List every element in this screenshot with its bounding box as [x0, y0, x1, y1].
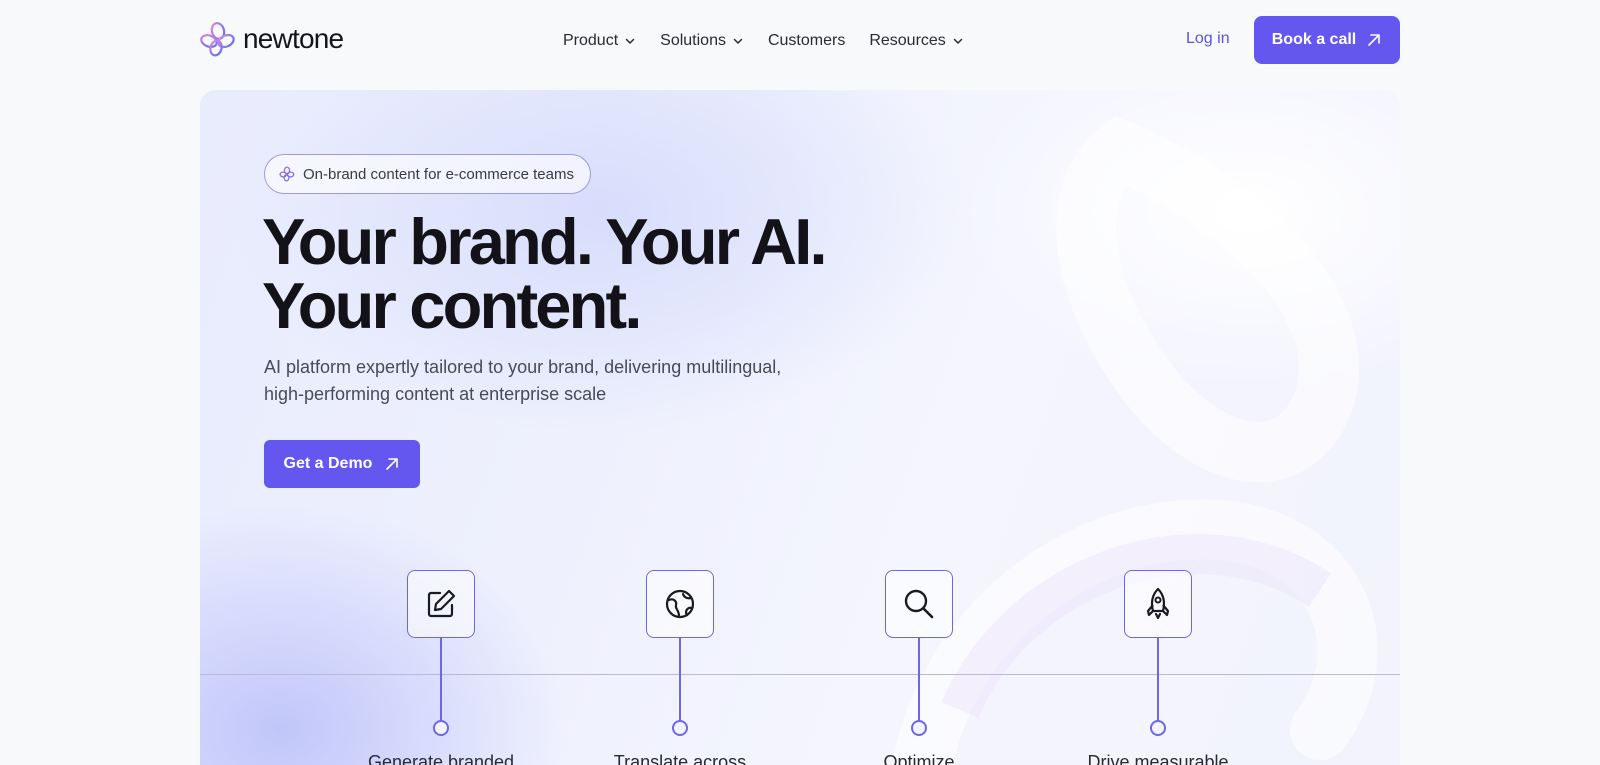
- site-header: newtone Product Solutions Customers Reso…: [0, 0, 1600, 80]
- feature-icon-box[interactable]: [646, 570, 714, 638]
- nav-item-resources[interactable]: Resources: [869, 32, 963, 50]
- chevron-down-icon: [733, 38, 743, 44]
- feature-optimize: Optimize: [799, 570, 1039, 765]
- feature-label: Generate branded: [367, 752, 515, 765]
- brand-name: newtone: [243, 23, 344, 54]
- logo-icon: [200, 22, 235, 57]
- login-link[interactable]: Log in: [1186, 30, 1230, 48]
- feature-drive: Drive measurable: [1038, 570, 1278, 765]
- nav-item-label: Solutions: [660, 32, 726, 49]
- arrow-up-right-icon: [1368, 34, 1381, 46]
- feature-connector: [679, 638, 681, 722]
- book-call-button[interactable]: Book a call: [1254, 16, 1400, 64]
- get-demo-button[interactable]: Get a Demo: [264, 440, 420, 488]
- chevron-down-icon: [625, 38, 635, 44]
- nav-item-product[interactable]: Product: [563, 32, 636, 50]
- brand-logo[interactable]: newtone: [199, 21, 344, 57]
- feature-node: [433, 720, 449, 736]
- globe-icon: [665, 589, 695, 619]
- main-nav: Product Solutions Customers Resources: [563, 28, 964, 54]
- flower-icon: [279, 166, 295, 182]
- feature-icon-box[interactable]: [885, 570, 953, 638]
- hero-section: On-brand content for e-commerce teams Yo…: [200, 90, 1400, 765]
- subtitle-line-2: high-performing content at enterprise sc…: [264, 384, 607, 404]
- hero-subtitle: AI platform expertly tailored to your br…: [264, 354, 824, 408]
- edit-icon: [427, 589, 456, 618]
- feature-connector: [918, 638, 920, 722]
- feature-generate: Generate branded: [321, 570, 561, 765]
- hero-headline: Your brand. Your AI. Your content.: [262, 209, 902, 338]
- feature-icon-box[interactable]: [407, 570, 475, 638]
- feature-label: Optimize: [883, 752, 955, 765]
- nav-item-customers[interactable]: Customers: [768, 32, 845, 50]
- get-demo-label: Get a Demo: [283, 455, 373, 472]
- chevron-down-icon: [953, 38, 963, 44]
- feature-connector: [1157, 638, 1159, 722]
- feature-node: [911, 720, 927, 736]
- feature-label: Drive measurable: [1087, 752, 1229, 765]
- book-call-label: Book a call: [1271, 31, 1357, 48]
- arrow-up-right-icon: [386, 458, 399, 470]
- nav-item-label: Resources: [869, 32, 946, 49]
- feature-translate: Translate across: [560, 570, 800, 765]
- subtitle-line-1: AI platform expertly tailored to your br…: [264, 357, 782, 377]
- hero-badge-text: On-brand content for e-commerce teams: [303, 165, 574, 183]
- headline-line-1: Your brand. Your AI.: [262, 205, 828, 278]
- feature-label: Translate across: [613, 752, 747, 765]
- feature-icon-box[interactable]: [1124, 570, 1192, 638]
- nav-item-label: Customers: [767, 32, 846, 49]
- feature-connector: [440, 638, 442, 722]
- feature-node: [672, 720, 688, 736]
- feature-node: [1150, 720, 1166, 736]
- hero-badge: On-brand content for e-commerce teams: [264, 154, 591, 194]
- search-icon: [904, 589, 934, 619]
- rocket-icon: [1146, 587, 1170, 620]
- headline-line-2: Your content.: [262, 269, 642, 342]
- nav-item-solutions[interactable]: Solutions: [660, 32, 744, 50]
- nav-item-label: Product: [563, 32, 619, 49]
